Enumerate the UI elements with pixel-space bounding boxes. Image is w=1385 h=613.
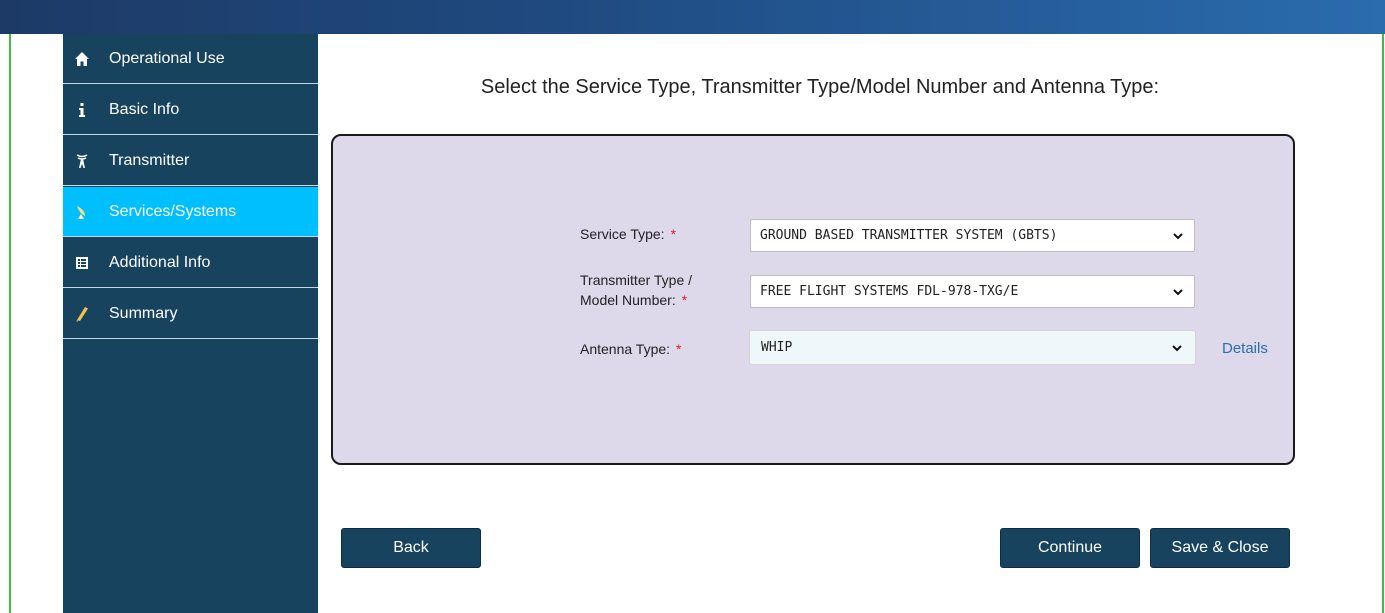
antenna-type-value: WHIP <box>761 340 793 355</box>
antenna-type-select[interactable]: WHIP <box>750 331 1195 364</box>
save-close-button[interactable]: Save & Close <box>1150 528 1290 568</box>
chevron-down-icon <box>1173 232 1183 239</box>
info-icon <box>74 102 90 118</box>
chevron-down-icon <box>1173 288 1183 295</box>
sidebar: Operational Use Basic Info Transmitter S… <box>63 34 318 613</box>
sidebar-item-label: Transmitter <box>109 151 190 169</box>
sidebar-item-additional-info[interactable]: Additional Info <box>63 238 318 288</box>
service-type-label: Service Type: * <box>580 226 677 242</box>
transmitter-type-value: FREE FLIGHT SYSTEMS FDL-978-TXG/E <box>760 284 1019 299</box>
list-table-icon <box>74 255 90 271</box>
transmitter-type-label: Transmitter Type / Model Number: * <box>580 272 693 308</box>
service-type-value: GROUND BASED TRANSMITTER SYSTEM (GBTS) <box>760 228 1058 243</box>
top-banner <box>0 0 1385 34</box>
sidebar-item-label: Basic Info <box>109 100 180 118</box>
required-marker: * <box>670 226 677 242</box>
pencil-icon <box>74 306 90 322</box>
sidebar-item-label: Additional Info <box>109 253 211 271</box>
back-button[interactable]: Back <box>341 528 481 568</box>
sidebar-item-label: Services/Systems <box>109 202 237 220</box>
sidebar-item-basic-info[interactable]: Basic Info <box>63 85 318 135</box>
sidebar-item-summary[interactable]: Summary <box>63 289 318 339</box>
antenna-details-link[interactable]: Details <box>1222 340 1268 357</box>
transmitter-tower-icon <box>74 153 90 169</box>
page-title: Select the Service Type, Transmitter Typ… <box>480 76 1160 98</box>
required-marker: * <box>681 292 688 308</box>
chevron-down-icon <box>1172 344 1182 351</box>
service-type-select[interactable]: GROUND BASED TRANSMITTER SYSTEM (GBTS) <box>750 219 1195 252</box>
satellite-dish-icon <box>74 204 90 220</box>
transmitter-type-select[interactable]: FREE FLIGHT SYSTEMS FDL-978-TXG/E <box>750 275 1195 308</box>
continue-button[interactable]: Continue <box>1000 528 1140 568</box>
sidebar-item-operational-use[interactable]: Operational Use <box>63 34 318 84</box>
sidebar-item-services-systems[interactable]: Services/Systems <box>63 187 318 237</box>
sidebar-item-transmitter[interactable]: Transmitter <box>63 136 318 186</box>
sidebar-item-label: Operational Use <box>109 49 225 67</box>
sidebar-item-label: Summary <box>109 304 178 322</box>
required-marker: * <box>676 341 682 357</box>
antenna-type-label: Antenna Type: * <box>580 341 682 357</box>
home-icon <box>74 51 90 67</box>
